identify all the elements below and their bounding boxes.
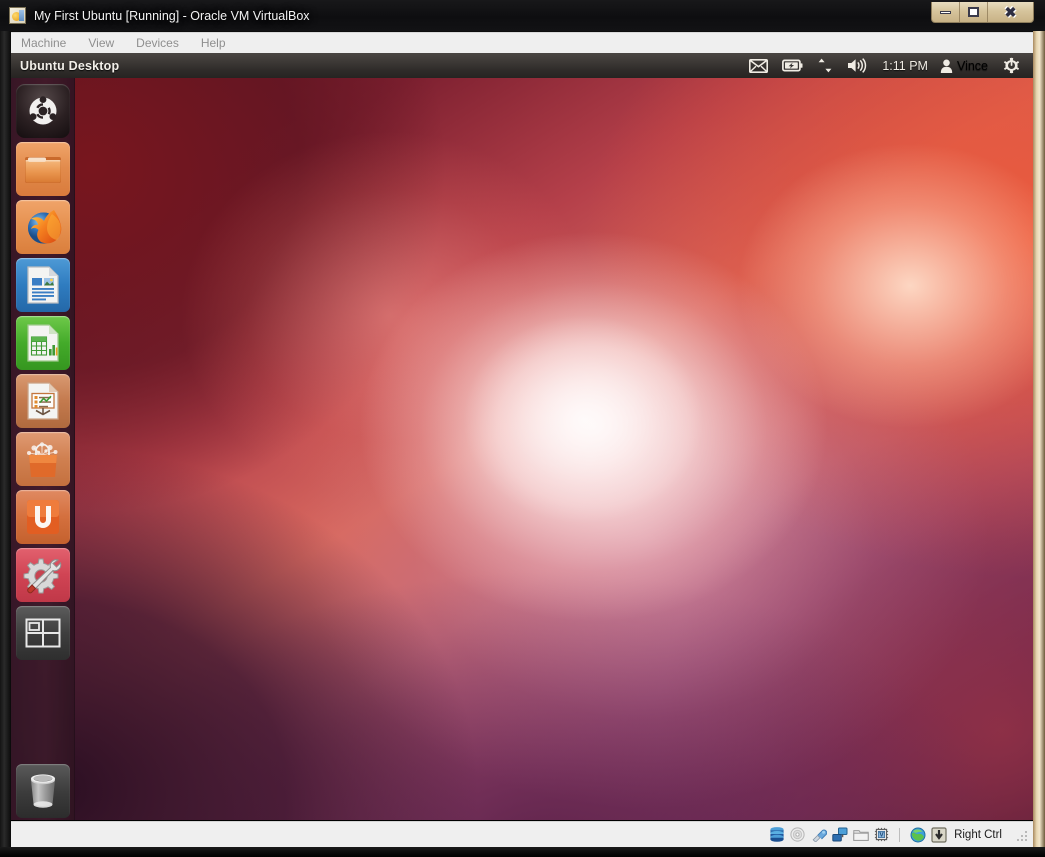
spreadsheet-icon xyxy=(27,324,59,362)
panel-app-title: Ubuntu Desktop xyxy=(20,58,120,73)
launcher-item-workspace-switcher[interactable] xyxy=(16,606,70,660)
usb-icon[interactable] xyxy=(810,826,827,843)
close-button[interactable]: ✖ xyxy=(988,2,1033,22)
virtualbox-icon xyxy=(9,7,26,24)
power-gear-icon xyxy=(1003,57,1020,74)
envelope-icon xyxy=(749,58,769,73)
maximize-icon xyxy=(968,7,979,17)
document-icon xyxy=(27,266,59,304)
menu-devices[interactable]: Devices xyxy=(125,33,190,53)
minimize-button[interactable] xyxy=(932,2,960,22)
window-frame-left xyxy=(0,31,11,857)
ubuntu-top-panel: Ubuntu Desktop 1:11 PM Vince xyxy=(11,53,1033,78)
svg-text:V: V xyxy=(879,832,884,839)
ubuntu-logo-icon xyxy=(29,96,57,125)
network-indicator[interactable] xyxy=(810,53,840,78)
status-divider xyxy=(899,827,901,842)
launcher-item-libreoffice-impress[interactable] xyxy=(16,374,70,428)
launcher-item-ubuntu-one[interactable] xyxy=(16,490,70,544)
optical-disk-icon[interactable] xyxy=(789,826,806,843)
launcher-item-software-center[interactable] xyxy=(16,432,70,486)
window-titlebar[interactable]: My First Ubuntu [Running] - Oracle VM Vi… xyxy=(0,0,1045,31)
battery-charging-icon xyxy=(782,59,803,72)
launcher-item-system-settings[interactable] xyxy=(16,548,70,602)
shopping-bag-icon xyxy=(27,442,58,477)
menu-view[interactable]: View xyxy=(77,33,125,53)
user-name-label: Vince xyxy=(956,58,988,73)
vm-statusbar: V Right Ctrl xyxy=(11,821,1033,847)
presentation-icon xyxy=(27,382,59,420)
network-adapter-icon[interactable] xyxy=(831,826,848,843)
messaging-indicator[interactable] xyxy=(742,53,775,78)
menu-help[interactable]: Help xyxy=(190,33,237,53)
session-menu-indicator[interactable] xyxy=(996,53,1027,78)
hard-disk-icon[interactable] xyxy=(768,826,785,843)
network-up-down-icon xyxy=(818,58,832,73)
virtualbox-window: My First Ubuntu [Running] - Oracle VM Vi… xyxy=(0,0,1045,857)
menubar: Machine View Devices Help xyxy=(10,32,1035,53)
folder-icon xyxy=(25,157,61,183)
gear-wrench-icon xyxy=(23,558,62,594)
workspace-grid-icon xyxy=(25,618,61,648)
clock-indicator[interactable]: 1:11 PM xyxy=(874,53,934,78)
minimize-icon xyxy=(940,10,951,14)
host-key-label: Right Ctrl xyxy=(954,828,1002,841)
window-frame-right xyxy=(1033,31,1045,857)
close-icon: ✖ xyxy=(1004,4,1017,20)
launcher-item-files[interactable] xyxy=(16,142,70,196)
window-controls: ✖ xyxy=(931,2,1034,23)
panel-indicator-area: 1:11 PM Vince xyxy=(742,53,1033,78)
resize-grip[interactable] xyxy=(1014,828,1027,841)
maximize-button[interactable] xyxy=(960,2,988,22)
menu-machine[interactable]: Machine xyxy=(10,33,77,53)
unity-launcher xyxy=(11,78,75,820)
ubuntu-one-u-icon xyxy=(27,500,59,534)
status-icon-group: V Right Ctrl xyxy=(768,826,1033,843)
window-title: My First Ubuntu [Running] - Oracle VM Vi… xyxy=(34,8,310,23)
launcher-item-libreoffice-writer[interactable] xyxy=(16,258,70,312)
ubuntu-precise-wallpaper[interactable] xyxy=(11,78,1033,820)
trash-can-icon xyxy=(31,774,55,808)
window-frame-bottom xyxy=(0,847,1045,857)
remote-desktop-icon[interactable] xyxy=(909,826,926,843)
launcher-item-libreoffice-calc[interactable] xyxy=(16,316,70,370)
launcher-item-firefox[interactable] xyxy=(16,200,70,254)
host-key-icon[interactable] xyxy=(930,826,947,843)
session-user-indicator[interactable]: Vince xyxy=(934,53,996,78)
firefox-icon xyxy=(28,210,62,244)
video-capture-icon[interactable]: V xyxy=(873,826,890,843)
launcher-item-dash-home[interactable] xyxy=(16,84,70,138)
shared-folders-icon[interactable] xyxy=(852,826,869,843)
launcher-item-trash[interactable] xyxy=(16,764,70,818)
battery-indicator[interactable] xyxy=(775,53,810,78)
sound-indicator[interactable] xyxy=(840,53,874,78)
user-person-icon xyxy=(940,59,953,73)
vm-guest-screen[interactable]: Ubuntu Desktop 1:11 PM Vince xyxy=(11,53,1033,820)
speaker-volume-icon xyxy=(848,58,867,73)
